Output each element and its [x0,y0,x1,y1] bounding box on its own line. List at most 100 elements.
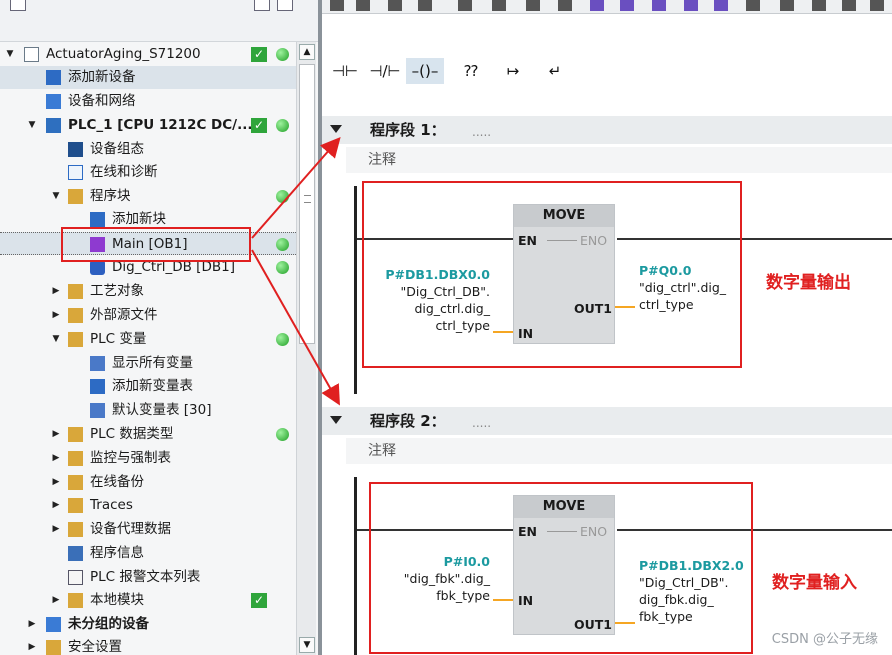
expand-arrow-icon[interactable]: ▶ [50,423,62,446]
tree-item-plc-tags[interactable]: ▼ PLC 变量 [0,328,296,351]
toolbar-icon[interactable] [842,0,856,11]
folder-icon [68,189,83,204]
network-1-comment[interactable]: 注释 [346,147,892,173]
tree-item-device-config[interactable]: 设备组态 [0,138,296,161]
toolbar-icon[interactable] [590,0,604,11]
comment-text: 注释 [368,152,396,168]
tree-item-program-blocks[interactable]: ▼ 程序块 [0,185,296,208]
expand-arrow-icon[interactable]: ▶ [50,280,62,303]
toolbar-icon[interactable] [418,0,432,11]
coil-icon[interactable]: –()– [406,58,444,84]
toolbar-icon[interactable] [492,0,506,11]
tree-item-add-tag-table[interactable]: 添加新变量表 [0,375,296,398]
collapse-arrow-icon[interactable]: ▼ [50,185,62,208]
highlight-box [362,181,742,368]
network-title-placeholder[interactable]: ..... [472,409,491,437]
lad-editor: ⊣⊢ ⊣/⊢ –()– ⁇ ↦ ↵ 程序段 1： ..... 注释 MOVE E… [322,0,892,655]
tree-item-label: 设备和网络 [68,93,136,109]
expand-arrow-icon[interactable]: ▶ [50,447,62,470]
tree-view-icon[interactable] [10,0,26,11]
tree-item-plc-data-types[interactable]: ▶ PLC 数据类型 [0,423,296,446]
toolbar-icon[interactable] [388,0,402,11]
tree-item-label: 设备组态 [90,141,144,157]
tree-item-devices-networks[interactable]: 设备和网络 [0,90,296,113]
toolbar-icon[interactable] [780,0,794,11]
tree-item-traces[interactable]: ▶ Traces [0,494,296,517]
tree-scrollbar[interactable]: ▲ ▼ [296,42,316,655]
toolbar-icon[interactable] [526,0,540,11]
tree-item-add-device[interactable]: 添加新设备 [0,66,296,89]
grid-view-icon[interactable] [254,0,270,11]
collapse-arrow-icon[interactable]: ▼ [4,43,16,66]
empty-box-icon[interactable]: ⁇ [452,58,490,84]
tree-item-label: PLC_1 [CPU 1212C DC/... [68,117,253,133]
network-2-header[interactable]: 程序段 2： ..... [322,407,892,435]
toolbar-icon[interactable] [356,0,370,11]
tree-item-watch-force-tables[interactable]: ▶ 监控与强制表 [0,447,296,470]
close-branch-icon[interactable]: ↵ [536,58,574,84]
table-view-icon[interactable] [277,0,293,11]
tree-item-main-ob1[interactable]: Main [OB1] [0,232,296,255]
tree-item-local-modules[interactable]: ▶ 本地模块 ✓ [0,589,296,612]
highlight-box [369,482,753,654]
tree-item-project[interactable]: ▼ ActuatorAging_S71200 ✓ [0,43,296,66]
device-config-icon [68,142,83,157]
tree-item-external-sources[interactable]: ▶ 外部源文件 [0,304,296,327]
db-block-icon [90,260,105,275]
tree-item-ungrouped-devices[interactable]: ▶ 未分组的设备 [0,613,296,636]
network-1-header[interactable]: 程序段 1： ..... [322,116,892,144]
toolbar-icon[interactable] [458,0,472,11]
toolbar-icon[interactable] [684,0,698,11]
collapse-arrow-icon[interactable] [330,416,342,424]
tree-item-program-info[interactable]: 程序信息 [0,542,296,565]
expand-arrow-icon[interactable]: ▶ [50,589,62,612]
tree-item-security-settings[interactable]: ▶ 安全设置 [0,636,296,655]
no-contact-icon[interactable]: ⊣⊢ [326,58,364,84]
tree-item-label: 添加新块 [112,211,166,227]
network-title-placeholder[interactable]: ..... [472,118,491,146]
collapse-arrow-icon[interactable]: ▼ [26,114,38,137]
tree-item-show-all-tags[interactable]: 显示所有变量 [0,352,296,375]
toolbar-icon[interactable] [812,0,826,11]
power-rail [354,186,357,394]
tree-item-alarm-text-lists[interactable]: PLC 报警文本列表 [0,566,296,589]
network-icon [46,94,61,109]
collapse-arrow-icon[interactable]: ▼ [50,328,62,351]
scroll-thumb[interactable] [299,64,315,344]
folder-icon [68,593,83,608]
toolbar-icon[interactable] [558,0,572,11]
scroll-up-icon[interactable]: ▲ [299,44,315,60]
tree-item-label: PLC 变量 [90,331,147,347]
status-ok-icon [276,238,289,251]
toolbar-icon[interactable] [714,0,728,11]
toolbar-icon[interactable] [652,0,666,11]
project-tree-toolbar [0,0,318,42]
tree-item-default-tag-table[interactable]: 默认变量表 [30] [0,399,296,422]
network-2-comment[interactable]: 注释 [346,438,892,464]
expand-arrow-icon[interactable]: ▶ [26,636,38,655]
toolbar-icon[interactable] [746,0,760,11]
toolbar-icon[interactable] [620,0,634,11]
toolbar-icon[interactable] [870,0,884,11]
open-branch-icon[interactable]: ↦ [494,58,532,84]
collapse-arrow-icon[interactable] [330,125,342,133]
tree-item-label: 默认变量表 [30] [112,402,212,418]
toolbar-icon[interactable] [330,0,344,11]
annotation-label: 数字量输出 [766,273,851,293]
expand-arrow-icon[interactable]: ▶ [50,471,62,494]
tree-item-technology-objects[interactable]: ▶ 工艺对象 [0,280,296,303]
tree-item-add-block[interactable]: 添加新块 [0,208,296,231]
nc-contact-icon[interactable]: ⊣/⊢ [366,58,404,84]
tree-item-plc1[interactable]: ▼ PLC_1 [CPU 1212C DC/... ✓ [0,114,296,137]
tree-item-online-diagnostics[interactable]: 在线和诊断 [0,161,296,184]
tree-item-online-backups[interactable]: ▶ 在线备份 [0,471,296,494]
expand-arrow-icon[interactable]: ▶ [50,304,62,327]
expand-arrow-icon[interactable]: ▶ [50,518,62,541]
tree-item-label: 未分组的设备 [68,616,149,632]
tree-item-label: PLC 数据类型 [90,426,174,442]
expand-arrow-icon[interactable]: ▶ [50,494,62,517]
expand-arrow-icon[interactable]: ▶ [26,613,38,636]
scroll-down-icon[interactable]: ▼ [299,637,315,653]
tree-item-dig-ctrl-db[interactable]: Dig_Ctrl_DB [DB1] [0,256,296,279]
tree-item-device-proxy-data[interactable]: ▶ 设备代理数据 [0,518,296,541]
